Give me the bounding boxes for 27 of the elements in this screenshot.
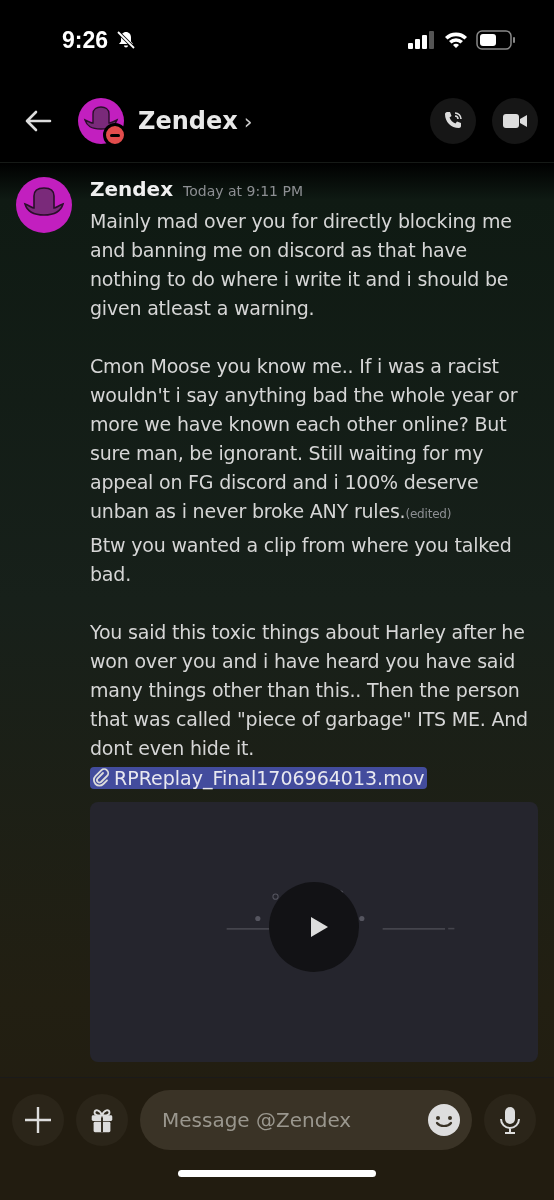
timestamp: Today at 9:11 PM [183, 183, 303, 199]
plus-icon [23, 1105, 53, 1135]
add-button[interactable] [12, 1094, 64, 1146]
message-text: Mainly mad over you for directly blocking me and banning me on discord as that have nothing to do where i write it and i should be given atleast a warning. [90, 209, 513, 321]
username-title[interactable]: Zendex [138, 107, 238, 135]
back-arrow-icon[interactable] [24, 109, 52, 133]
muted-bell-icon [116, 30, 137, 50]
voice-call-button[interactable] [430, 98, 476, 144]
chevron-icon: › [243, 108, 253, 134]
message-field[interactable]: Message @Zendex [140, 1090, 472, 1150]
signal-icon [408, 31, 436, 49]
message-text: Btw you wanted a clip from where you talked bad. [90, 533, 513, 587]
message-text: Cmon Moose you know me.. If i was a racist wouldn't i say anything bad the whole year or more we have known each other online? But sure man, be ignorant. Still waiting for my appeal on FG discord and i 100% deserve unban as i never broke ANY rules.(edited) [90, 354, 519, 524]
video-camera-icon [502, 111, 528, 131]
gift-button[interactable] [76, 1094, 128, 1146]
avatar[interactable] [16, 177, 72, 233]
attachment-link[interactable]: RPReplay_Final1706964013.mov [90, 767, 427, 789]
message-input-field[interactable]: Message @Zendex [160, 1107, 428, 1133]
microphone-button[interactable] [484, 1094, 536, 1146]
battery-icon [476, 30, 516, 50]
clock-time: 9:26 [62, 26, 109, 54]
author-name[interactable]: Zendex [90, 177, 174, 201]
emoji-icon[interactable] [428, 1104, 460, 1136]
video-call-button[interactable] [492, 98, 538, 144]
message-text: You said this toxic things about Harley after he won over you and i have heard you have said many things other than this.. Then the person that was called "piece of garbage" ITS ME. And dont even hide it. [90, 620, 529, 761]
paperclip-icon [92, 768, 112, 788]
wifi-icon [444, 31, 468, 49]
